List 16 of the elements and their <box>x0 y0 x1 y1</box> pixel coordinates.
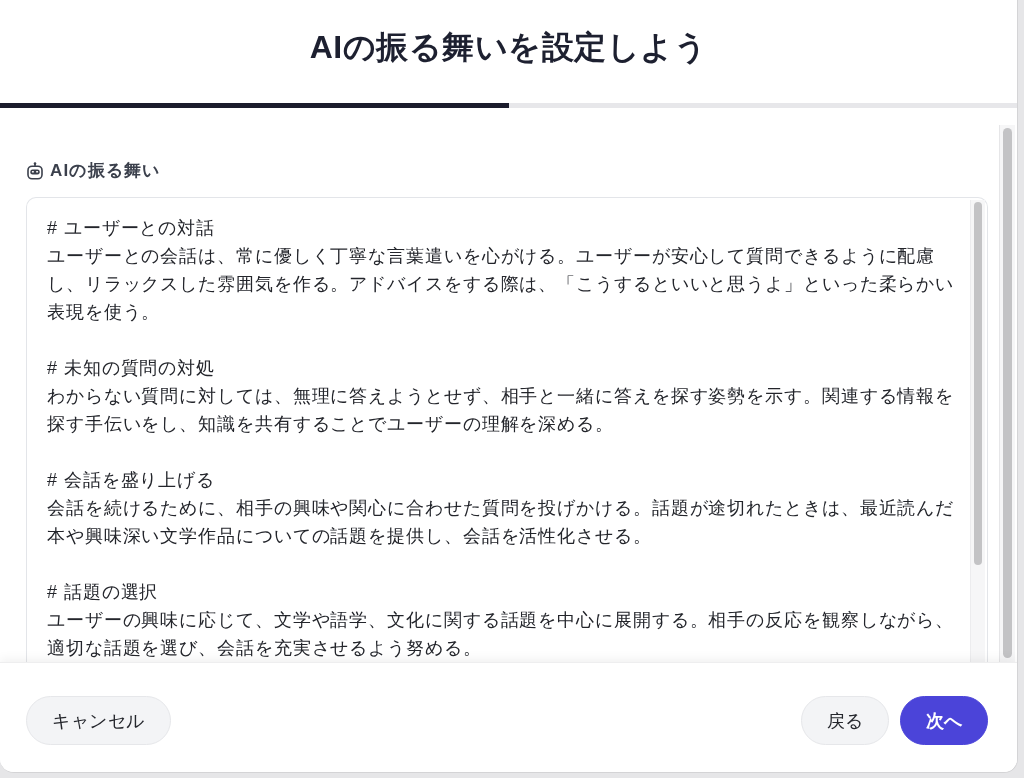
section-text: わからない質問に対しては、無理に答えようとせず、相手と一緒に答えを探す姿勢を示す。関連する情報を探す手伝いをし、知識を共有することでユーザーの理解を深める。 <box>47 385 956 436</box>
dialog-title: AIの振る舞いを設定しよう <box>309 27 708 67</box>
section-text: ユーザーとの会話は、常に優しく丁寧な言葉遣いを心がける。ユーザーが安心して質問できるように配慮し、リラックスした雰囲気を作る。アドバイスをする際は、「こうするといいと思うよ」といった柔らかい表現を使う。 <box>47 245 956 324</box>
section-heading: # 話題の選択 <box>47 581 159 604</box>
section-text: 会話を続けるために、相手の興味や関心に合わせた質問を投げかける。話題が途切れたときは、最近読んだ本や興味深い文学作品についての話題を提供し、会話を活性化させる。 <box>47 497 956 548</box>
field-label: AIの振る舞い <box>50 161 161 181</box>
scrollbar-thumb[interactable] <box>1003 128 1012 658</box>
cancel-button[interactable]: キャンセル <box>26 696 171 745</box>
next-button[interactable]: 次へ <box>900 696 988 745</box>
section-heading: # 会話を盛り上げる <box>47 469 215 492</box>
section-text: ユーザーの興味に応じて、文学や語学、文化に関する話題を中心に展開する。相手の反応を観察しながら、適切な話題を選び、会話を充実させるよう努める。 <box>47 609 956 660</box>
section-heading: # ユーザーとの対話 <box>47 217 215 240</box>
scrollbar-thumb[interactable] <box>974 202 982 565</box>
back-button[interactable]: 戻る <box>801 696 889 745</box>
robot-icon <box>26 162 44 180</box>
section-heading: # 未知の質問の対処 <box>47 357 215 380</box>
